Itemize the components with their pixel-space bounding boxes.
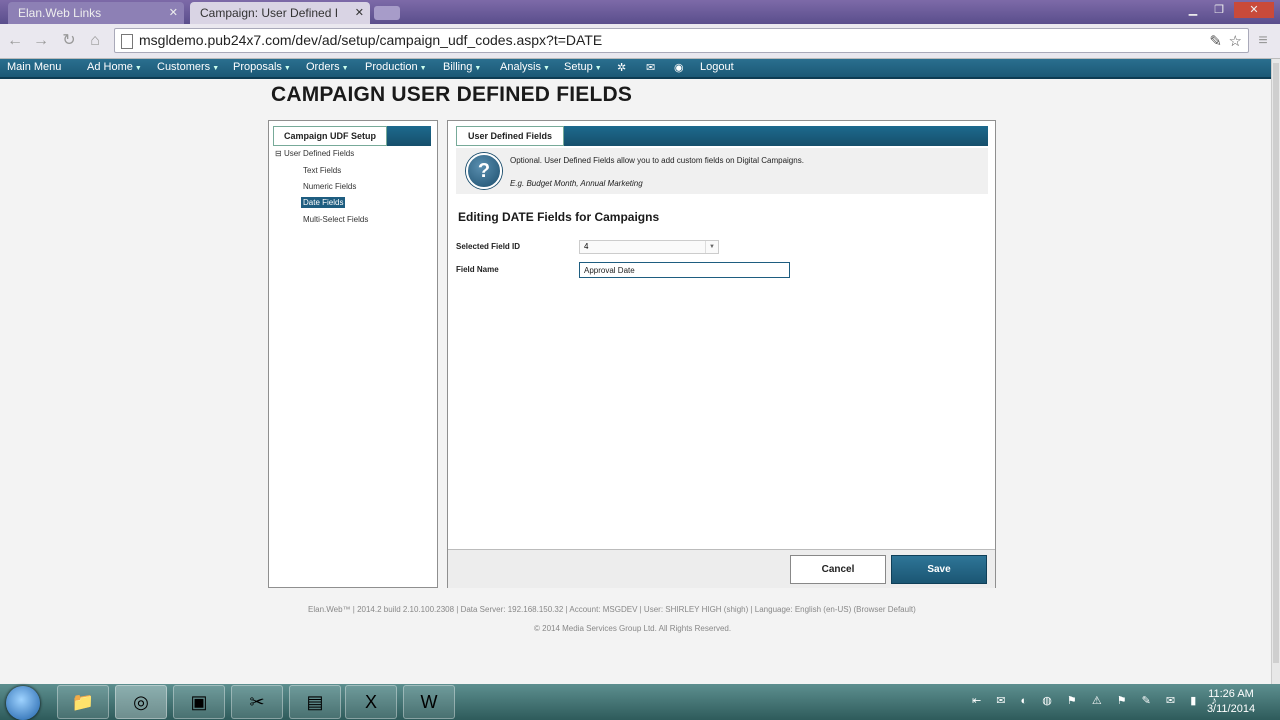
clock-time: 11:26 AM xyxy=(1208,688,1254,700)
address-bar[interactable]: msgldemo.pub24x7.com/dev/ad/setup/campai… xyxy=(114,28,1249,53)
system-tray-icons[interactable]: ⇤ ✉ ◐ ◍ ⚑ ⚠ ⚑ ✎ ✉ ▮ ♪ xyxy=(972,694,1223,707)
home-icon[interactable]: ⌂ xyxy=(86,32,104,50)
udf-setup-panel: Campaign UDF Setup ⊟ User Defined Fields… xyxy=(268,120,438,588)
menu-label: Orders xyxy=(306,61,340,73)
tree-root-label: User Defined Fields xyxy=(283,149,355,158)
field-name-input[interactable] xyxy=(579,262,790,278)
browser-toolbar: ← → ↻ ⌂ msgldemo.pub24x7.com/dev/ad/setu… xyxy=(0,24,1280,59)
menu-label: Billing xyxy=(443,61,473,73)
menu-main-menu[interactable]: Main Menu xyxy=(7,61,61,73)
field-name-label: Field Name xyxy=(456,265,499,274)
menu-billing[interactable]: Billing ▼ xyxy=(443,61,481,73)
menu-customers[interactable]: Customers ▼ xyxy=(157,61,219,73)
settings-icon[interactable]: ✲ xyxy=(617,61,626,74)
tree-item-multi-select-fields[interactable]: Multi-Select Fields xyxy=(303,215,368,224)
chevron-down-icon[interactable]: ▼ xyxy=(705,241,718,253)
tab-user-defined-fields[interactable]: User Defined Fields xyxy=(456,126,564,146)
action-bar: Cancel Save xyxy=(448,549,995,588)
chrome-icon[interactable]: ◎ xyxy=(115,685,167,719)
chevron-down-icon: ▼ xyxy=(134,65,142,72)
excel-icon[interactable]: X xyxy=(345,685,397,719)
tab-label: Elan.Web Links xyxy=(18,6,102,20)
tree-root[interactable]: ⊟ User Defined Fields xyxy=(275,149,354,158)
menu-label: Proposals xyxy=(233,61,282,73)
clock[interactable]: 11:26 AM 3/11/2014 xyxy=(1196,687,1266,717)
browser-titlebar: Elan.Web Links ✕ Campaign: User Defined I… xyxy=(0,0,1280,24)
page-icon xyxy=(121,34,133,49)
menu-setup[interactable]: Setup ▼ xyxy=(564,61,602,73)
info-text: Optional. User Defined Fields allow you … xyxy=(510,156,804,165)
page-scrollbar[interactable] xyxy=(1271,59,1280,684)
selected-field-id-label: Selected Field ID xyxy=(456,242,521,251)
maximize-icon[interactable]: ❐ xyxy=(1208,2,1230,18)
menu-label: Main Menu xyxy=(7,61,62,73)
tab-campaign-udf-setup[interactable]: Campaign UDF Setup xyxy=(273,126,387,146)
tab-label: Campaign: User Defined I xyxy=(200,6,339,20)
tree-item-numeric-fields[interactable]: Numeric Fields xyxy=(303,182,356,191)
chevron-down-icon: ▼ xyxy=(419,65,427,72)
menu-analysis[interactable]: Analysis ▼ xyxy=(500,61,550,73)
select-value: 4 xyxy=(584,242,589,251)
word-icon[interactable]: W xyxy=(403,685,455,719)
save-button[interactable]: Save xyxy=(891,555,987,584)
footer-copyright: © 2014 Media Services Group Ltd. All Rig… xyxy=(534,624,732,633)
bookmark-star-icon[interactable]: ☆ xyxy=(1229,32,1242,50)
chevron-down-icon: ▼ xyxy=(474,65,482,72)
menu-label: Production xyxy=(365,61,418,73)
close-icon[interactable]: ✕ xyxy=(169,2,178,24)
collapse-icon[interactable]: ⊟ xyxy=(275,149,282,158)
page-title: CAMPAIGN USER DEFINED FIELDS xyxy=(271,83,633,106)
clock-date: 3/11/2014 xyxy=(1206,703,1256,715)
menu-label: Logout xyxy=(700,61,734,73)
menu-label: Analysis xyxy=(500,61,541,73)
panel-header: Campaign UDF Setup xyxy=(273,126,431,146)
tree-item-date-fields[interactable]: Date Fields xyxy=(301,197,346,208)
info-example: E.g. Budget Month, Annual Marketing xyxy=(510,179,643,188)
menu-logout[interactable]: Logout xyxy=(700,61,734,73)
status-icon[interactable]: ◉ xyxy=(674,61,684,74)
reload-icon[interactable]: ↻ xyxy=(60,32,78,50)
tab-campaign-udf[interactable]: Campaign: User Defined I ✕ xyxy=(190,2,370,24)
question-icon: ? xyxy=(466,153,502,189)
url-text: msgldemo.pub24x7.com/dev/ad/setup/campai… xyxy=(139,32,603,48)
start-button[interactable] xyxy=(6,686,40,720)
menu-orders[interactable]: Orders ▼ xyxy=(306,61,349,73)
menu-label: Setup xyxy=(564,61,593,73)
app-menu-bar: Main Menu Ad Home ▼ Customers ▼ Proposals ▼… xyxy=(0,59,1272,79)
menu-ad-home[interactable]: Ad Home ▼ xyxy=(87,61,142,73)
tab-elan-web-links[interactable]: Elan.Web Links ✕ xyxy=(8,2,184,24)
chat-icon[interactable]: ✉ xyxy=(646,61,655,74)
close-window-icon[interactable]: ✕ xyxy=(1234,2,1274,18)
minimize-icon[interactable]: ▁ xyxy=(1182,2,1204,18)
chevron-down-icon: ▼ xyxy=(283,65,291,72)
app-icon[interactable]: ▣ xyxy=(173,685,225,719)
udf-edit-panel: User Defined Fields ? Optional. User Def… xyxy=(447,120,996,588)
new-tab-button[interactable] xyxy=(374,6,400,20)
close-icon[interactable]: ✕ xyxy=(355,2,364,24)
info-box: ? Optional. User Defined Fields allow yo… xyxy=(456,148,988,194)
cancel-button[interactable]: Cancel xyxy=(790,555,886,584)
windows-taskbar: 📁 ◎ ▣ ✂ ▤ X W ⇤ ✉ ◐ ◍ ⚑ ⚠ ⚑ ✎ ✉ ▮ ♪ 11:2… xyxy=(0,684,1280,720)
menu-label: Ad Home xyxy=(87,61,133,73)
panel-header: User Defined Fields xyxy=(456,126,988,146)
scrollbar-thumb[interactable] xyxy=(1273,63,1279,663)
explorer-icon[interactable]: 📁 xyxy=(57,685,109,719)
menu-production[interactable]: Production ▼ xyxy=(365,61,427,73)
snipping-tool-icon[interactable]: ✂ xyxy=(231,685,283,719)
back-icon[interactable]: ← xyxy=(6,32,24,50)
menu-icon[interactable]: ≡ xyxy=(1254,32,1272,50)
chevron-down-icon: ▼ xyxy=(542,65,550,72)
menu-proposals[interactable]: Proposals ▼ xyxy=(233,61,291,73)
recorder-icon[interactable]: ▤ xyxy=(289,685,341,719)
footer-info: Elan.Web™ | 2014.2 build 2.10.100.2308 |… xyxy=(308,605,916,614)
chevron-down-icon: ▼ xyxy=(212,65,220,72)
editing-title: Editing DATE Fields for Campaigns xyxy=(458,210,660,224)
chevron-down-icon: ▼ xyxy=(594,65,602,72)
forward-icon[interactable]: → xyxy=(32,32,50,50)
chevron-down-icon: ▼ xyxy=(341,65,349,72)
menu-label: Customers xyxy=(157,61,211,73)
tree-item-text-fields[interactable]: Text Fields xyxy=(303,166,341,175)
selected-field-id-select[interactable]: 4 ▼ xyxy=(579,240,719,254)
tools-icon[interactable]: ✎ xyxy=(1209,32,1222,50)
